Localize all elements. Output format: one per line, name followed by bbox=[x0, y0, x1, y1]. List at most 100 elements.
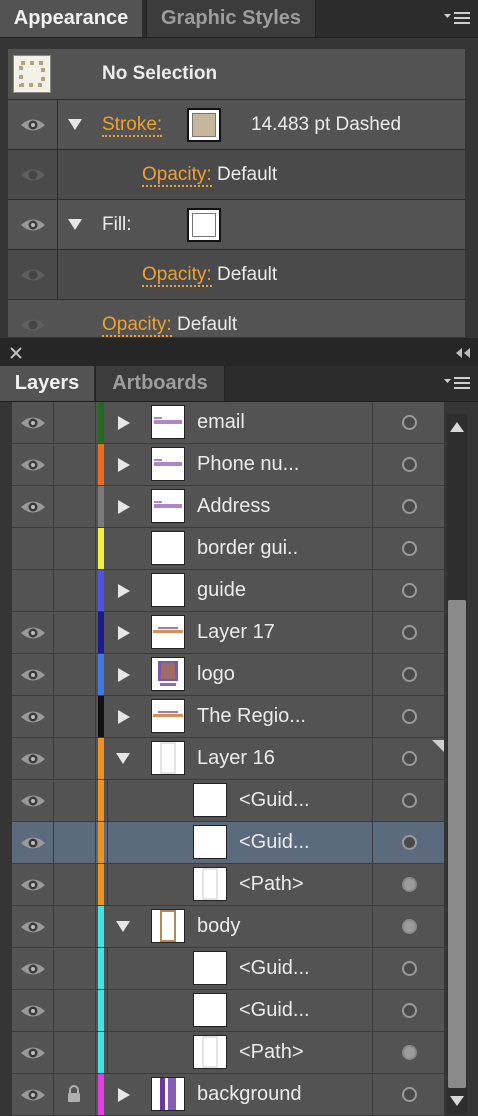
layer-target[interactable] bbox=[372, 486, 444, 527]
layer-name[interactable]: <Guid... bbox=[239, 822, 310, 863]
layer-target[interactable] bbox=[372, 696, 444, 737]
target-circle-icon[interactable] bbox=[402, 919, 417, 934]
layer-target[interactable] bbox=[372, 780, 444, 821]
layer-name[interactable]: Phone nu... bbox=[197, 444, 299, 485]
layer-target[interactable] bbox=[372, 654, 444, 695]
target-circle-icon[interactable] bbox=[402, 1045, 417, 1060]
fill-row[interactable]: Fill: bbox=[8, 200, 465, 250]
layer-name[interactable]: <Path> bbox=[239, 1032, 304, 1073]
layer-row[interactable]: Phone nu... bbox=[12, 444, 444, 486]
visibility-toggle[interactable] bbox=[12, 444, 54, 485]
visibility-toggle[interactable] bbox=[12, 822, 54, 863]
stroke-visibility[interactable] bbox=[8, 100, 58, 149]
disclosure-collapsed-icon[interactable] bbox=[118, 416, 130, 430]
disclosure-expanded-icon[interactable] bbox=[116, 921, 130, 933]
target-circle-icon[interactable] bbox=[402, 415, 417, 430]
lock-toggle[interactable] bbox=[54, 906, 96, 947]
layer-name[interactable]: background bbox=[197, 1074, 302, 1115]
layer-row[interactable]: border gui.. bbox=[12, 528, 444, 570]
target-circle-icon[interactable] bbox=[402, 667, 417, 682]
eye-icon[interactable] bbox=[20, 317, 46, 333]
layer-name[interactable]: body bbox=[197, 906, 240, 947]
layer-name[interactable]: guide bbox=[197, 570, 246, 611]
eye-icon[interactable] bbox=[20, 1003, 46, 1019]
fill-opacity-row[interactable]: Opacity: Default bbox=[8, 250, 465, 300]
layer-row[interactable]: Address bbox=[12, 486, 444, 528]
lock-toggle[interactable] bbox=[54, 864, 96, 905]
collapse-icon[interactable] bbox=[455, 347, 471, 359]
target-circle-icon[interactable] bbox=[402, 457, 417, 472]
eye-icon[interactable] bbox=[20, 415, 46, 431]
target-circle-icon[interactable] bbox=[402, 709, 417, 724]
layer-target[interactable] bbox=[372, 822, 444, 863]
visibility-toggle[interactable] bbox=[12, 696, 54, 737]
target-circle-icon[interactable] bbox=[402, 877, 417, 892]
layer-row[interactable]: guide bbox=[12, 570, 444, 612]
lock-toggle[interactable] bbox=[54, 486, 96, 527]
layer-row[interactable]: email bbox=[12, 402, 444, 444]
layer-target[interactable] bbox=[372, 906, 444, 947]
visibility-toggle[interactable] bbox=[12, 948, 54, 989]
stroke-label[interactable]: Stroke: bbox=[102, 114, 163, 137]
target-circle-icon[interactable] bbox=[402, 583, 417, 598]
disclosure-collapsed-icon[interactable] bbox=[118, 668, 130, 682]
stroke-swatch[interactable] bbox=[187, 108, 221, 142]
layer-name[interactable]: Layer 16 bbox=[197, 738, 275, 779]
eye-icon[interactable] bbox=[20, 793, 46, 809]
eye-icon[interactable] bbox=[20, 709, 46, 725]
visibility-toggle[interactable] bbox=[12, 612, 54, 653]
stroke-opacity-visibility[interactable] bbox=[8, 150, 58, 199]
eye-icon[interactable] bbox=[20, 751, 46, 767]
disclosure-collapsed-icon[interactable] bbox=[118, 458, 130, 472]
scroll-down-icon[interactable] bbox=[450, 1096, 464, 1106]
eye-icon[interactable] bbox=[20, 167, 46, 183]
layer-row[interactable]: <Path> bbox=[12, 864, 444, 906]
eye-icon[interactable] bbox=[20, 625, 46, 641]
object-opacity-row[interactable]: Opacity: Default bbox=[8, 300, 465, 337]
fill-opacity-visibility[interactable] bbox=[8, 250, 58, 299]
lock-toggle[interactable] bbox=[54, 1074, 96, 1115]
layer-row[interactable]: background bbox=[12, 1074, 444, 1116]
visibility-toggle[interactable] bbox=[12, 990, 54, 1031]
visibility-toggle[interactable] bbox=[12, 738, 54, 779]
target-circle-icon[interactable] bbox=[402, 961, 417, 976]
layer-name[interactable]: <Guid... bbox=[239, 780, 310, 821]
layer-name[interactable]: <Path> bbox=[239, 864, 304, 905]
visibility-toggle[interactable] bbox=[12, 528, 54, 569]
scroll-thumb[interactable] bbox=[448, 600, 466, 1088]
disclosure-expanded-icon[interactable] bbox=[116, 753, 130, 765]
fill-opacity-label[interactable]: Opacity: bbox=[142, 264, 212, 287]
target-circle-icon[interactable] bbox=[402, 835, 417, 850]
layer-row[interactable]: <Guid... bbox=[12, 780, 444, 822]
layer-target[interactable] bbox=[372, 948, 444, 989]
target-circle-icon[interactable] bbox=[402, 625, 417, 640]
lock-toggle[interactable] bbox=[54, 402, 96, 443]
visibility-toggle[interactable] bbox=[12, 1032, 54, 1073]
lock-toggle[interactable] bbox=[54, 654, 96, 695]
layer-row[interactable]: The Regio... bbox=[12, 696, 444, 738]
eye-icon[interactable] bbox=[20, 919, 46, 935]
layer-name[interactable]: border gui.. bbox=[197, 528, 298, 569]
disclosure-collapsed-icon[interactable] bbox=[118, 626, 130, 640]
lock-toggle[interactable] bbox=[54, 612, 96, 653]
lock-icon[interactable] bbox=[66, 1085, 82, 1103]
lock-toggle[interactable] bbox=[54, 990, 96, 1031]
layer-name[interactable]: email bbox=[197, 402, 245, 443]
layer-row[interactable]: <Guid... bbox=[12, 948, 444, 990]
fill-visibility[interactable] bbox=[8, 200, 58, 249]
target-circle-icon[interactable] bbox=[402, 541, 417, 556]
disclosure-collapsed-icon[interactable] bbox=[118, 500, 130, 514]
eye-icon[interactable] bbox=[20, 1045, 46, 1061]
lock-toggle[interactable] bbox=[54, 444, 96, 485]
visibility-toggle[interactable] bbox=[12, 780, 54, 821]
layer-name[interactable]: The Regio... bbox=[197, 696, 306, 737]
eye-icon[interactable] bbox=[20, 961, 46, 977]
layer-name[interactable]: logo bbox=[197, 654, 235, 695]
layer-name[interactable]: Address bbox=[197, 486, 270, 527]
panel-menu-icon[interactable] bbox=[444, 11, 470, 27]
eye-icon[interactable] bbox=[20, 267, 46, 283]
disclosure-collapsed-icon[interactable] bbox=[118, 584, 130, 598]
object-opacity-label[interactable]: Opacity: bbox=[102, 314, 172, 337]
lock-toggle[interactable] bbox=[54, 822, 96, 863]
layer-name[interactable]: <Guid... bbox=[239, 990, 310, 1031]
